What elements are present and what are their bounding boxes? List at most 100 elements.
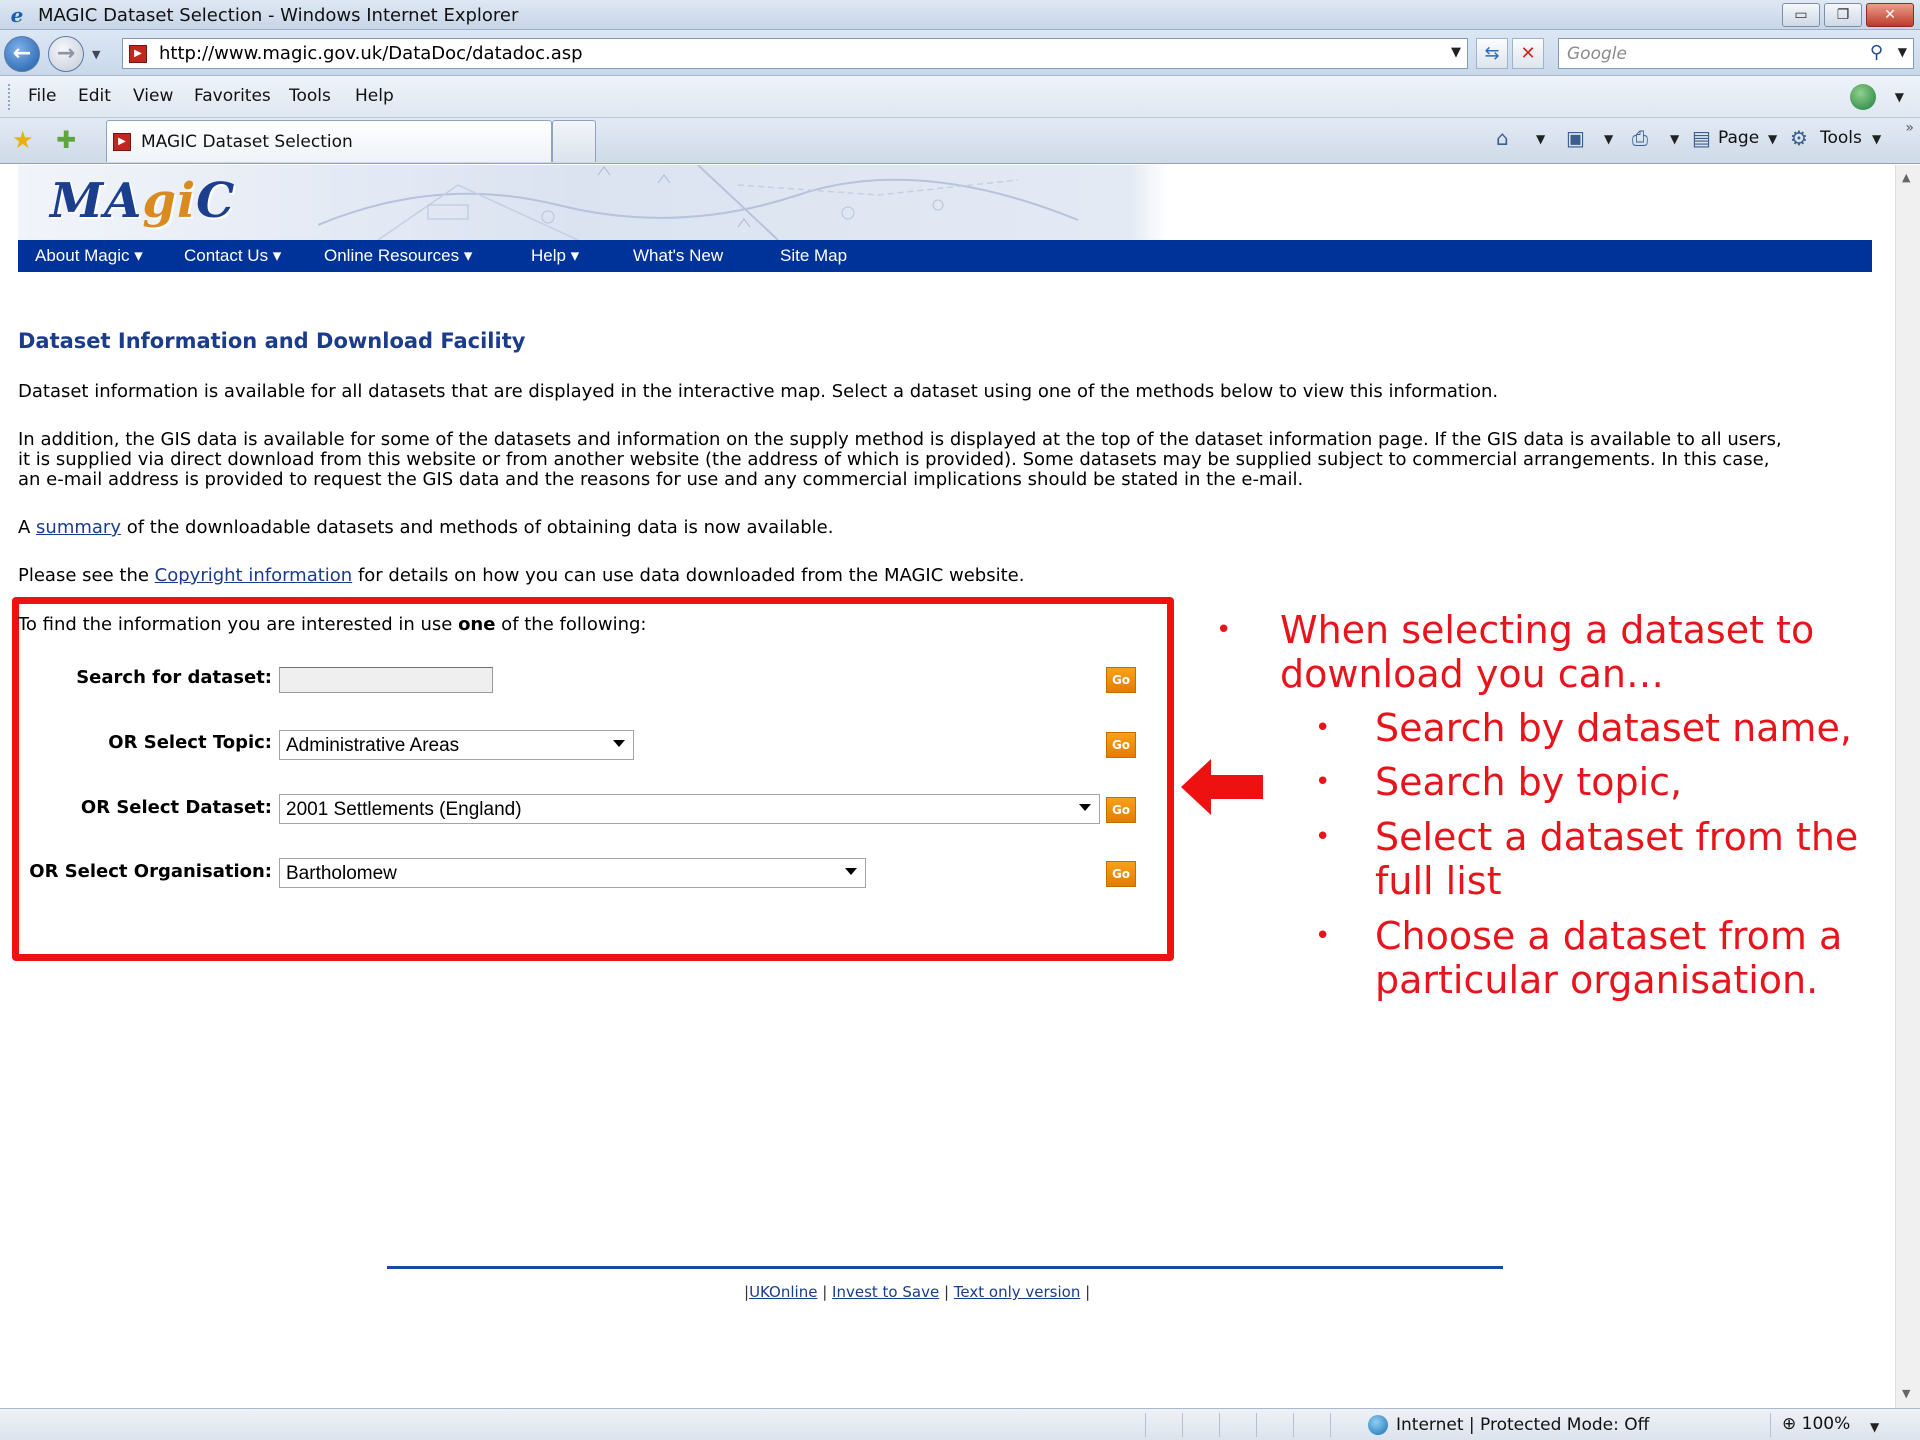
- zoom-icon: ⊕: [1782, 1414, 1797, 1434]
- new-tab-button[interactable]: [552, 120, 596, 162]
- site-navigation: About Magic ▾ Contact Us ▾ Online Resour…: [18, 240, 1872, 272]
- topic-select[interactable]: Administrative Areas: [279, 730, 634, 760]
- address-toolbar: ← → ▼ ▶ http://www.magic.gov.uk/DataDoc/…: [0, 30, 1920, 76]
- search-go-button[interactable]: Go: [1106, 667, 1136, 693]
- map-banner-graphic: [318, 165, 1079, 240]
- topic-select-value: Administrative Areas: [286, 735, 460, 756]
- vertical-scrollbar[interactable]: ▲ ▼: [1895, 165, 1920, 1408]
- annotation-item-text: Choose a dataset from a particular organ…: [1375, 914, 1842, 1002]
- summary-link[interactable]: summary: [36, 517, 121, 538]
- highlight-box: [12, 597, 1174, 961]
- tools-dropdown-icon[interactable]: ▼: [1872, 132, 1881, 146]
- intro-paragraph: Dataset information is available for all…: [18, 381, 1499, 402]
- window-title: MAGIC Dataset Selection - Windows Intern…: [38, 5, 519, 26]
- magic-logo[interactable]: MAgiC: [50, 173, 235, 229]
- nav-whats-new[interactable]: What's New: [633, 246, 723, 266]
- annotation-lead: • When selecting a dataset to download y…: [1216, 608, 1856, 700]
- zoom-value: 100%: [1801, 1414, 1851, 1434]
- feeds-icon[interactable]: ▣: [1566, 126, 1585, 150]
- bullet-icon: •: [1315, 767, 1331, 797]
- chevron-down-icon: [1079, 804, 1091, 811]
- search-dataset-input[interactable]: [279, 667, 493, 693]
- select-topic-label: OR Select Topic:: [108, 732, 272, 753]
- footer-link-ukonline[interactable]: UKOnline: [749, 1283, 817, 1301]
- status-bar: Internet | Protected Mode: Off ⊕ 100% ▼: [0, 1408, 1920, 1440]
- dataset-select[interactable]: 2001 Settlements (England): [279, 794, 1100, 824]
- minimize-button[interactable]: ▭: [1782, 3, 1820, 27]
- menu-favorites[interactable]: Favorites: [194, 86, 271, 106]
- footer-separator: |: [939, 1283, 954, 1301]
- bullet-icon: •: [1315, 822, 1331, 852]
- page-viewport: MAgiC About Magic ▾ Contact Us ▾ Online …: [0, 165, 1895, 1408]
- search-icon[interactable]: ⚲: [1870, 42, 1883, 63]
- home-icon[interactable]: ⌂: [1496, 126, 1509, 150]
- menu-file[interactable]: File: [28, 86, 56, 106]
- chevron-right-icon[interactable]: »: [1905, 120, 1914, 136]
- tab-magic-dataset-selection[interactable]: ▶ MAGIC Dataset Selection: [106, 120, 552, 162]
- scroll-down-icon[interactable]: ▼: [1902, 1387, 1910, 1400]
- search-placeholder: Google: [1567, 44, 1627, 64]
- address-dropdown-icon[interactable]: ▼: [1451, 45, 1461, 60]
- menu-edit[interactable]: Edit: [78, 86, 111, 106]
- summary-text-end: of the downloadable datasets and methods…: [120, 517, 834, 538]
- nav-about-magic[interactable]: About Magic ▾: [35, 246, 143, 266]
- select-organisation-label: OR Select Organisation:: [29, 861, 272, 882]
- annotation-item-line-1: Select a dataset from the: [1375, 815, 1859, 859]
- copyright-link[interactable]: Copyright information: [155, 565, 353, 586]
- forward-button[interactable]: →: [48, 36, 84, 72]
- print-icon[interactable]: ⎙: [1632, 126, 1648, 150]
- stop-button[interactable]: ✕: [1512, 38, 1544, 69]
- search-input[interactable]: Google ⚲ ▼: [1558, 38, 1914, 69]
- add-favorite-icon[interactable]: ✚: [56, 126, 76, 154]
- tools-menu-button[interactable]: Tools: [1820, 128, 1862, 148]
- feeds-dropdown-icon[interactable]: ▼: [1604, 132, 1613, 146]
- print-dropdown-icon[interactable]: ▼: [1670, 132, 1679, 146]
- menu-view[interactable]: View: [133, 86, 173, 106]
- nav-site-map[interactable]: Site Map: [780, 246, 847, 266]
- recent-pages-dropdown[interactable]: ▼: [92, 48, 100, 61]
- logo-text-start: MA: [50, 173, 143, 229]
- page-dropdown-icon[interactable]: ▼: [1768, 132, 1777, 146]
- footer-link-invest-to-save[interactable]: Invest to Save: [832, 1283, 939, 1301]
- organisation-select-value: Bartholomew: [286, 863, 397, 884]
- favorites-star-icon[interactable]: ★: [12, 126, 34, 154]
- refresh-button[interactable]: ⇆: [1476, 38, 1508, 69]
- search-dataset-label: Search for dataset:: [76, 667, 272, 688]
- footer-divider: [387, 1266, 1503, 1269]
- url-text[interactable]: http://www.magic.gov.uk/DataDoc/datadoc.…: [159, 43, 583, 64]
- security-zone-text[interactable]: Internet | Protected Mode: Off: [1396, 1415, 1649, 1435]
- copyright-text-end: for details on how you can use data down…: [352, 565, 1025, 586]
- organisation-go-button[interactable]: Go: [1106, 861, 1136, 887]
- organisation-select[interactable]: Bartholomew: [279, 858, 866, 888]
- menu-tools[interactable]: Tools: [289, 86, 331, 106]
- page-menu-button[interactable]: Page: [1718, 128, 1759, 148]
- back-button[interactable]: ←: [4, 36, 40, 72]
- annotation-item-line-2: particular organisation.: [1375, 958, 1819, 1002]
- nav-help[interactable]: Help ▾: [531, 246, 579, 266]
- address-field[interactable]: ▶ http://www.magic.gov.uk/DataDoc/datado…: [122, 38, 1468, 69]
- restore-button[interactable]: ❐: [1824, 3, 1862, 27]
- footer-link-text-only[interactable]: Text only version: [954, 1283, 1081, 1301]
- search-options-dropdown[interactable]: ▼: [1898, 45, 1907, 59]
- copyright-paragraph: Please see the Copyright information for…: [18, 566, 1878, 586]
- addon-icon[interactable]: [1850, 84, 1876, 110]
- bullet-icon: •: [1216, 615, 1232, 645]
- home-dropdown-icon[interactable]: ▼: [1536, 132, 1545, 146]
- nav-online-resources[interactable]: Online Resources ▾: [324, 246, 472, 266]
- gis-paragraph-line-1: In addition, the GIS data is available f…: [18, 429, 1782, 450]
- annotation-item: • Search by dataset name,: [1315, 706, 1875, 754]
- instructions-emphasis: one: [458, 614, 496, 635]
- scroll-up-icon[interactable]: ▲: [1902, 171, 1910, 184]
- nav-contact-us[interactable]: Contact Us ▾: [184, 246, 281, 266]
- logo-text-end: C: [196, 173, 236, 229]
- close-window-button[interactable]: ✕: [1866, 3, 1914, 27]
- addon-dropdown-icon[interactable]: ▼: [1895, 90, 1904, 104]
- topic-go-button[interactable]: Go: [1106, 732, 1136, 758]
- zoom-dropdown-icon[interactable]: ▼: [1870, 1420, 1879, 1434]
- zoom-level[interactable]: ⊕ 100%: [1782, 1414, 1850, 1434]
- status-divider: [1330, 1413, 1331, 1437]
- status-divider: [1770, 1413, 1771, 1437]
- annotation-item: • Select a dataset from the full list: [1315, 815, 1875, 907]
- dataset-go-button[interactable]: Go: [1106, 797, 1136, 823]
- menu-help[interactable]: Help: [355, 86, 394, 106]
